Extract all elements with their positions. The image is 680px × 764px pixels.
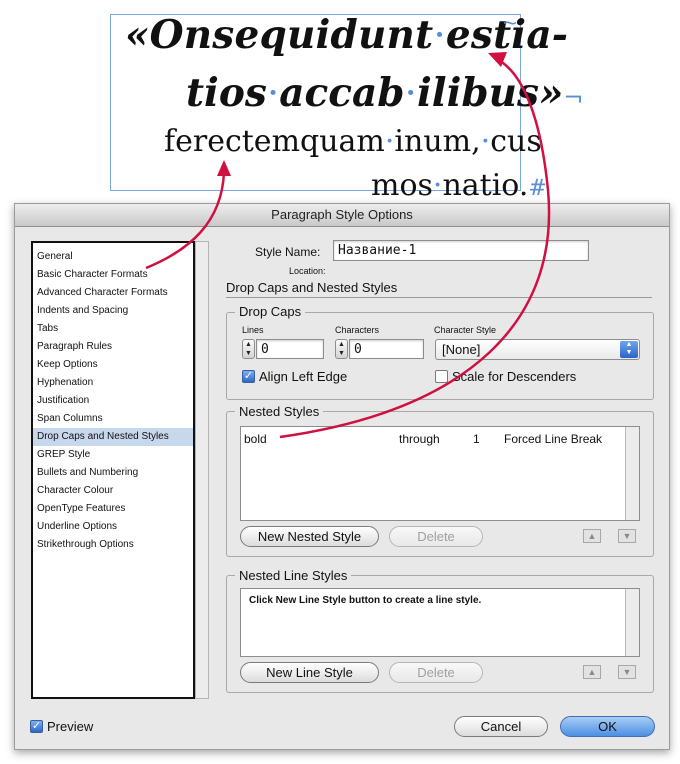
arrow-basic-formats	[145, 171, 226, 270]
arrow-nested-styles	[279, 56, 551, 439]
arrowhead-basic-formats	[217, 160, 231, 176]
annotation-arrows	[145, 52, 551, 439]
